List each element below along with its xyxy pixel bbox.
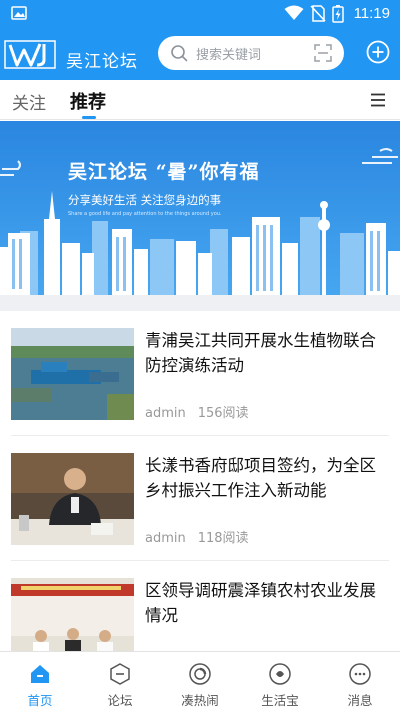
nav-label: 论坛: [107, 693, 133, 708]
scan-icon[interactable]: [314, 44, 332, 62]
nav-label: 消息: [347, 693, 373, 708]
menu-icon[interactable]: [370, 93, 386, 107]
nav-life[interactable]: 生活宝: [240, 652, 320, 711]
article-item[interactable]: 区领导调研震泽镇农村农业发展情况: [0, 561, 400, 651]
nav-label: 首页: [27, 693, 53, 708]
banner-title: 吴江论坛 “暑”你有福: [68, 161, 260, 183]
battery-charging-icon: [332, 5, 344, 23]
article-thumbnail-visit: [11, 578, 134, 651]
message-icon: [349, 663, 371, 685]
search-icon: [171, 45, 188, 62]
nav-label: 凑热闹: [181, 693, 219, 708]
article-thumbnail-boats: [11, 328, 134, 420]
search-bar[interactable]: 搜索关键词: [158, 36, 344, 70]
article-thumbnail-meeting: [11, 453, 134, 545]
article-item[interactable]: 长漾书香府邸项目签约，为全区乡村振兴工作注入新动能 admin 118阅读: [0, 436, 400, 561]
active-tab-indicator: [82, 116, 96, 119]
tab-recommend[interactable]: 推荐: [70, 88, 106, 114]
bottom-navigation: 首页 论坛 凑热闹 生活宝 消息: [0, 651, 400, 711]
no-sim-icon: [310, 5, 326, 22]
promo-banner[interactable]: 吴江论坛 “暑”你有福 分享美好生活 关注您身边的事 Share a good …: [0, 121, 400, 295]
nav-forum[interactable]: 论坛: [80, 652, 160, 711]
life-icon: [269, 663, 291, 685]
gallery-notification-icon: [11, 6, 27, 20]
search-placeholder: 搜索关键词: [196, 48, 262, 63]
nav-message[interactable]: 消息: [320, 652, 400, 711]
article-title: 长漾书香府邸项目签约，为全区乡村振兴工作注入新动能: [145, 456, 376, 500]
article-author: admin: [145, 531, 186, 546]
article-title: 青浦吴江共同开展水生植物联合防控演练活动: [145, 331, 376, 375]
app-brand: 吴江论坛: [66, 52, 138, 72]
wifi-icon: [284, 5, 304, 20]
tab-follow[interactable]: 关注: [12, 89, 46, 114]
app-logo: [4, 40, 56, 69]
nav-home[interactable]: 首页: [0, 652, 80, 711]
section-divider: [0, 295, 400, 311]
banner-tagline: Share a good life and pay attention to t…: [68, 211, 222, 217]
nav-hot[interactable]: 凑热闹: [160, 652, 240, 711]
city-skyline-illustration: [0, 121, 400, 295]
app-header: 吴江论坛 搜索关键词: [0, 28, 400, 80]
hot-icon: [189, 663, 211, 685]
article-author: admin: [145, 406, 186, 421]
article-meta: admin 156阅读: [145, 402, 249, 421]
feed-tabs: 关注 推荐: [0, 80, 400, 120]
article-meta: admin 118阅读: [145, 527, 249, 546]
status-bar: 11:19: [0, 0, 400, 28]
add-post-icon[interactable]: [366, 40, 390, 64]
article-title: 区领导调研震泽镇农村农业发展情况: [145, 581, 376, 625]
nav-label: 生活宝: [261, 693, 299, 708]
clock: 11:19: [353, 5, 390, 22]
article-item[interactable]: 青浦吴江共同开展水生植物联合防控演练活动 admin 156阅读: [0, 311, 400, 436]
article-reads: 156阅读: [197, 406, 249, 421]
forum-icon: [110, 663, 130, 685]
home-icon: [31, 665, 49, 683]
banner-subtitle: 分享美好生活 关注您身边的事: [68, 193, 222, 207]
article-reads: 118阅读: [197, 531, 249, 546]
